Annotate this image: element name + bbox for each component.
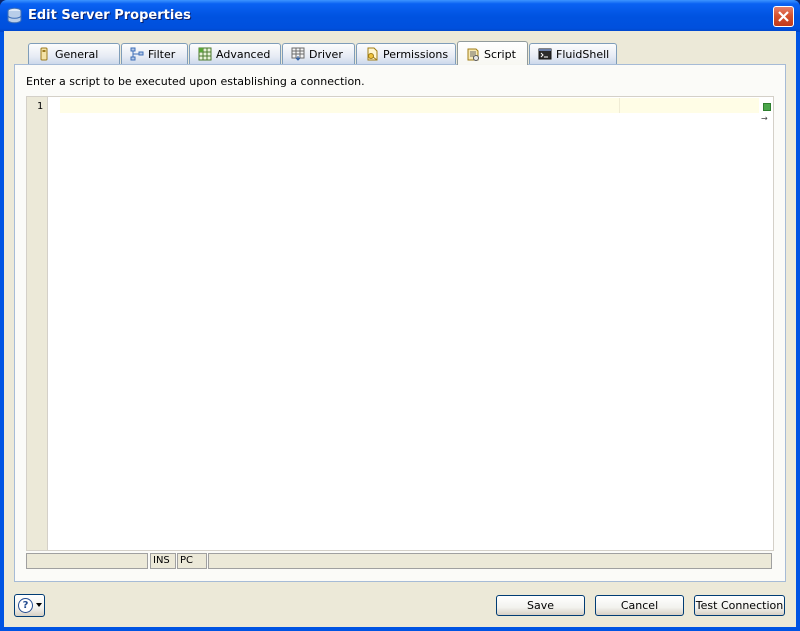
help-icon: ? [18,598,33,613]
no-errors-marker-icon [763,103,771,111]
tab-permissions[interactable]: Permissions [356,43,456,65]
fluidshell-icon [538,48,552,60]
tab-driver[interactable]: Driver [282,43,355,65]
script-editor[interactable]: 1 → [26,96,774,551]
status-encoding: PC [177,553,207,569]
status-message [208,553,772,569]
script-tab-panel: Enter a script to be executed upon estab… [14,64,786,582]
driver-icon [291,47,305,61]
tab-script[interactable]: Script [457,41,528,65]
advanced-icon [198,47,212,61]
server-icon [7,7,22,24]
script-icon [467,48,479,61]
filter-icon [130,47,144,61]
help-button[interactable]: ? [14,594,45,617]
tab-label: General [55,48,99,61]
editor-status-bar: INS PC [26,553,772,569]
tab-label: FluidShell [556,48,610,61]
overview-ruler[interactable]: → [760,97,773,550]
position-marker-icon: → [761,114,768,123]
tab-label: Permissions [383,48,449,61]
close-icon [778,11,789,22]
test-connection-button[interactable]: Test Connection [694,595,785,616]
tab-filter[interactable]: Filter [121,43,188,65]
tab-fluidshell[interactable]: FluidShell [529,43,617,65]
general-icon [40,47,48,61]
chevron-down-icon [36,603,42,607]
cancel-button[interactable]: Cancel [595,595,684,616]
line-number-gutter: 1 [27,97,48,550]
line-number: 1 [36,101,43,112]
tab-general[interactable]: General [28,43,120,65]
edit-server-properties-window: Edit Server Properties General Filter Ad… [0,0,800,631]
save-button[interactable]: Save [496,595,585,616]
tab-strip: General Filter Advanced Driver Permissio… [14,41,786,65]
tab-label: Advanced [216,48,271,61]
permissions-icon [367,47,378,61]
close-button[interactable] [773,6,794,27]
tab-label: Filter [148,48,176,61]
status-insert-mode: INS [150,553,176,569]
status-position [26,553,148,569]
script-description: Enter a script to be executed upon estab… [26,75,365,88]
print-margin-line [619,98,620,113]
title-bar[interactable]: Edit Server Properties [0,0,800,32]
dialog-body: General Filter Advanced Driver Permissio… [4,31,796,627]
tab-label: Driver [309,48,343,61]
tab-label: Script [484,48,516,61]
tab-advanced[interactable]: Advanced [189,43,281,65]
current-line-highlight [60,98,759,113]
window-title: Edit Server Properties [28,8,191,23]
